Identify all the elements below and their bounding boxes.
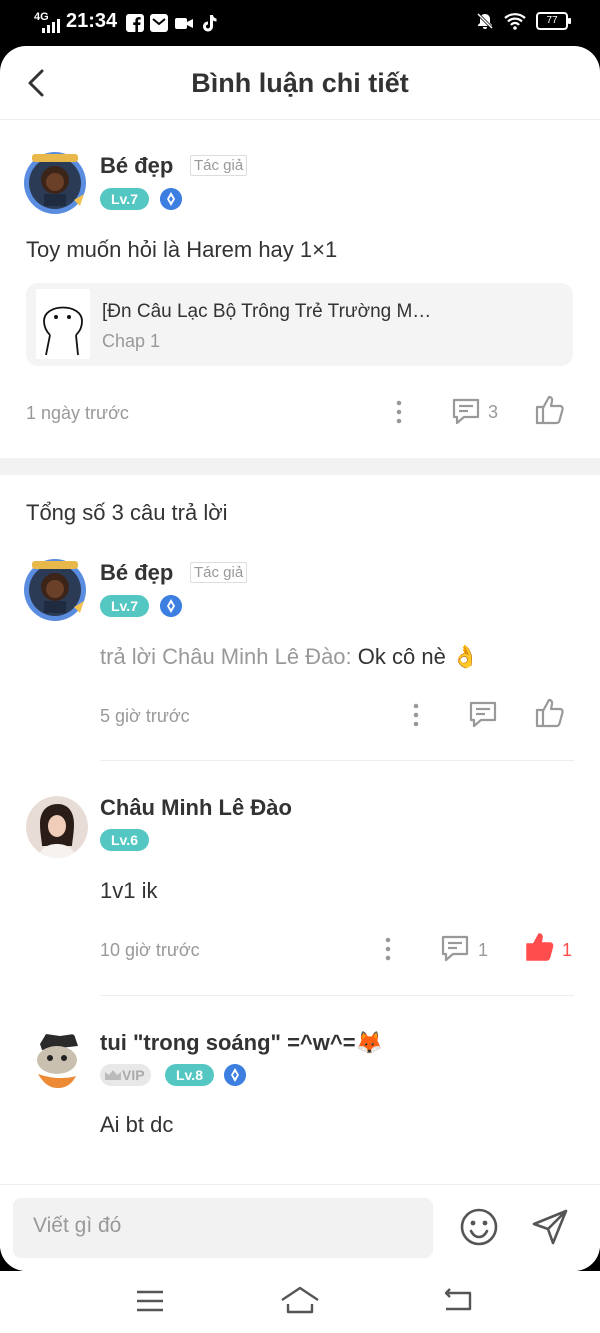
page-title: Bình luận chi tiết: [191, 68, 409, 98]
level-badge: Lv.7: [100, 188, 149, 210]
chapter-thumbnail: [36, 289, 90, 359]
level-badge: Lv.6: [100, 829, 149, 851]
level-badge: Lv.8: [165, 1064, 214, 1086]
menu-icon[interactable]: [132, 1283, 168, 1319]
video-icon: [175, 18, 193, 29]
diamond-badge-icon: [160, 595, 182, 617]
section-divider: [0, 458, 600, 475]
author-name[interactable]: Châu Minh Lê Đào: [100, 795, 292, 821]
chapter-card[interactable]: [Đn Câu Lạc Bộ Trông Trẻ Trường M… Chap …: [26, 283, 573, 366]
tiktok-icon: [203, 15, 217, 32]
author-name[interactable]: Bé đẹp: [100, 560, 173, 586]
divider: [100, 760, 574, 761]
mute-bell-icon: [476, 12, 494, 30]
timestamp: 1 ngày trước: [26, 403, 129, 423]
status-bar: 4G 21:34 77: [0, 0, 600, 46]
header: Bình luận chi tiết: [0, 46, 600, 120]
signal-icon: [42, 19, 60, 33]
reply-icon[interactable]: [451, 396, 481, 426]
avatar[interactable]: [26, 1030, 88, 1092]
timestamp: 5 giờ trước: [100, 706, 190, 726]
author-tag: Tác giả: [190, 155, 248, 176]
avatar[interactable]: [26, 796, 88, 858]
avatar[interactable]: [24, 152, 86, 214]
like-filled-icon[interactable]: [524, 931, 556, 963]
wifi-icon: [504, 13, 526, 30]
emoji-icon[interactable]: [459, 1207, 499, 1247]
crown-icon: [105, 1070, 121, 1080]
vip-badge: VIP: [100, 1064, 151, 1086]
comment-text: trả lời Châu Minh Lê Đào: Ok cô nè 👌: [100, 644, 479, 670]
chapter-number: Chap 1: [102, 331, 161, 351]
reply-prefix: trả lời Châu Minh Lê Đào:: [100, 644, 358, 669]
reply-text: Ok cô nè 👌: [357, 644, 480, 669]
facebook-icon: [126, 14, 144, 32]
comment-text: Ai bt dc: [100, 1112, 174, 1137]
author-name[interactable]: tui "trong soáng" =^w^=🦊: [100, 1030, 383, 1056]
author-tag: Tác giả: [190, 562, 248, 583]
more-icon[interactable]: [382, 935, 394, 963]
diamond-badge-icon: [224, 1064, 246, 1086]
reply-count: 3: [488, 402, 499, 422]
diamond-badge-icon: [160, 188, 182, 210]
mail-icon: [150, 14, 168, 32]
timestamp: 10 giờ trước: [100, 940, 200, 960]
level-badge: Lv.7: [100, 595, 149, 617]
send-icon[interactable]: [530, 1207, 570, 1247]
vip-label: VIP: [122, 1067, 145, 1083]
more-icon[interactable]: [410, 701, 422, 729]
comment-text: 1v1 ik: [100, 878, 158, 903]
clock: 21:34: [66, 10, 118, 32]
chapter-title: [Đn Câu Lạc Bộ Trông Trẻ Trường M…: [102, 301, 432, 322]
battery-icon: 77: [536, 12, 571, 30]
reply-count: 1: [478, 940, 489, 960]
divider: [100, 995, 574, 996]
like-icon[interactable]: [534, 394, 566, 426]
author-name[interactable]: Bé đẹp: [100, 153, 173, 179]
avatar[interactable]: [24, 559, 86, 621]
like-count: 1: [562, 940, 573, 960]
home-icon[interactable]: [280, 1283, 320, 1319]
comment-input-bar: Viết gì đó: [0, 1184, 600, 1271]
reply-icon[interactable]: [440, 933, 470, 963]
more-icon[interactable]: [393, 398, 405, 426]
reply-icon[interactable]: [468, 699, 498, 729]
like-icon[interactable]: [534, 697, 566, 729]
comment-input[interactable]: Viết gì đó: [13, 1198, 433, 1258]
system-icons: 77: [476, 12, 571, 30]
replies-total: Tổng số 3 câu trả lời: [26, 500, 228, 525]
comment-detail-screen: Bình luận chi tiết Bé đẹp Tác giả Lv.7 T…: [0, 46, 600, 1271]
back-nav-icon[interactable]: [440, 1283, 476, 1319]
comment-text: Toy muốn hỏi là Harem hay 1×1: [26, 237, 338, 262]
system-nav-bar: [0, 1271, 600, 1333]
